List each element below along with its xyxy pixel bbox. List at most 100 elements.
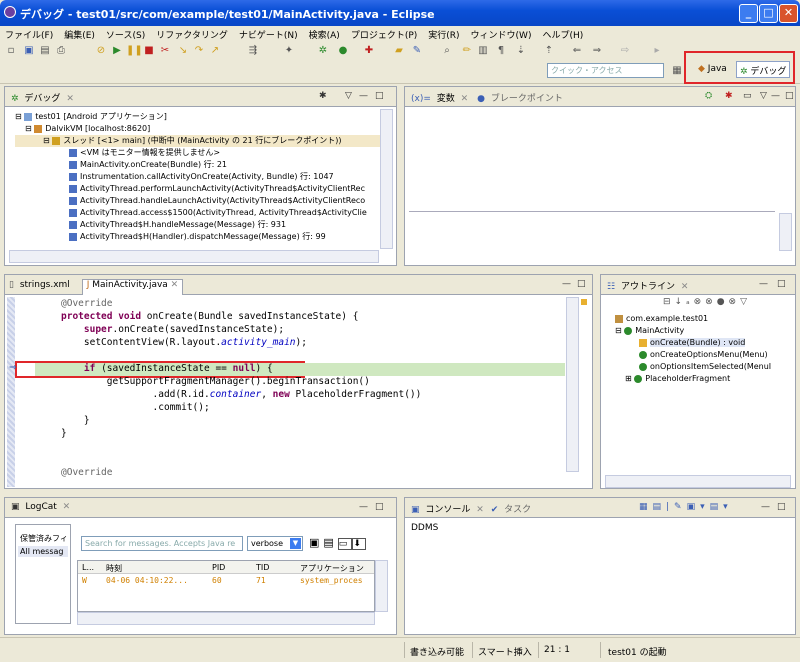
remove-terminated-icon[interactable]: ✱ — [319, 91, 327, 101]
new-icon[interactable]: ▫ — [4, 44, 18, 58]
logcat-search-input[interactable]: Search for messages. Accepts Java re — [81, 536, 243, 551]
outline-item[interactable]: onOptionsItemSelected(MenuI — [615, 361, 791, 373]
open-folder-icon[interactable]: ▰ — [392, 44, 406, 58]
menu-file[interactable]: ファイル(F) — [0, 26, 59, 41]
save-icon[interactable]: ▣ — [22, 44, 36, 58]
print-icon[interactable]: ⎙ — [54, 44, 68, 58]
vertical-scrollbar[interactable] — [380, 109, 393, 249]
save-all-icon[interactable]: ▤ — [38, 44, 52, 58]
horizontal-scrollbar[interactable] — [605, 475, 791, 488]
minimize-view-icon[interactable]: — — [759, 279, 768, 289]
show-type-names-icon[interactable]: ⛭ — [705, 91, 712, 101]
search-tool-icon[interactable]: ✎ — [410, 44, 424, 58]
column-header[interactable]: PID — [212, 563, 225, 572]
outline-item[interactable]: ⊞ PlaceholderFragment — [615, 373, 791, 385]
menu-navigate[interactable]: ナビゲート(N) — [234, 26, 304, 41]
vertical-scrollbar[interactable] — [779, 213, 792, 251]
run-icon[interactable]: ● — [336, 44, 350, 58]
tab-strings-xml[interactable]: strings.xml — [17, 280, 73, 290]
tab-variables[interactable]: 変数 — [434, 91, 458, 104]
maximize-button[interactable]: □ — [759, 4, 778, 23]
logcat-toolbar[interactable]: ▣▤▭ ⬇ — [309, 536, 366, 550]
maximize-view-icon[interactable]: □ — [785, 91, 794, 101]
close-tab-icon[interactable]: ✕ — [63, 502, 71, 512]
tab-tasks[interactable]: タスク — [501, 502, 534, 515]
column-header[interactable]: アプリケーション — [300, 563, 364, 574]
view-menu-icon[interactable]: ▽ — [760, 91, 767, 101]
column-header[interactable]: TID — [256, 563, 269, 572]
outline-item[interactable]: onCreateOptionsMenu(Menu) — [615, 349, 791, 361]
close-tab-icon[interactable]: ✕ — [476, 505, 484, 515]
minimize-view-icon[interactable]: — — [359, 502, 368, 512]
column-header[interactable]: 時刻 — [106, 563, 122, 574]
vertical-scrollbar[interactable] — [566, 297, 579, 472]
maximize-view-icon[interactable]: □ — [777, 502, 786, 512]
tree-item[interactable]: ⊟ DalvikVM [localhost:8620] — [15, 123, 385, 135]
show-whitespace-icon[interactable]: ¶ — [494, 44, 508, 58]
prev-annotation-icon[interactable]: ⇡ — [542, 44, 556, 58]
collapse-all-icon[interactable]: ✱ — [725, 91, 733, 101]
step-over-icon[interactable]: ↷ — [192, 44, 206, 58]
close-tab-icon[interactable]: ✕ — [461, 94, 469, 104]
close-tab-icon[interactable]: ✕ — [66, 94, 74, 104]
next-annotation-icon[interactable]: ⇣ — [514, 44, 528, 58]
minimize-view-icon[interactable]: — — [761, 502, 770, 512]
open-perspective-icon[interactable]: ▦ — [670, 64, 684, 78]
menu-help[interactable]: ヘルプ(H) — [537, 26, 589, 41]
logcat-view-tab[interactable]: ▣ LogCat ✕ — [5, 498, 396, 518]
horizontal-scrollbar[interactable] — [9, 250, 379, 263]
maximize-view-icon[interactable]: □ — [375, 502, 384, 512]
stack-frame[interactable]: ActivityThread.performLaunchActivity(Act… — [15, 183, 385, 195]
outline-item[interactable]: onCreate(Bundle) : void — [615, 337, 791, 349]
view-menu-icon[interactable]: ▽ — [345, 91, 352, 101]
step-into-icon[interactable]: ↘ — [176, 44, 190, 58]
outline-item[interactable]: com.example.test01 — [615, 313, 791, 325]
tree-item[interactable]: ⊟ test01 [Android アプリケーション] — [15, 111, 385, 123]
new-java-project-icon[interactable]: ✦ — [282, 44, 296, 58]
stack-frame[interactable]: ActivityThread$H.handleMessage(Message) … — [15, 219, 385, 231]
edit-icon[interactable]: ✏ — [460, 44, 474, 58]
tab-main-activity[interactable]: J MainActivity.java ✕ — [81, 279, 184, 295]
quick-access-input[interactable]: クイック・アクセス — [547, 63, 664, 78]
suspend-icon[interactable]: ❚❚ — [126, 44, 143, 58]
stack-frame[interactable]: ActivityThread$H(Handler).dispatchMessag… — [15, 231, 385, 243]
step-return-icon[interactable]: ↗ — [208, 44, 222, 58]
stack-frame[interactable]: ActivityThread.access$1500(ActivityThrea… — [15, 207, 385, 219]
terminate-icon[interactable]: ■ — [142, 44, 156, 58]
menu-edit[interactable]: 編集(E) — [59, 26, 101, 41]
maximize-view-icon[interactable]: □ — [375, 91, 384, 101]
menu-project[interactable]: プロジェクト(P) — [346, 26, 423, 41]
close-tab-icon[interactable]: ✕ — [171, 280, 179, 290]
table-row[interactable]: W 04-06 04:10:22... 60 71 system_proces — [78, 574, 374, 587]
minimize-button[interactable]: _ — [739, 4, 758, 23]
column-header[interactable]: L... — [82, 563, 94, 572]
debug-view-tab[interactable]: ✲ デバッグ ✕ — [5, 87, 396, 107]
debug-run-icon[interactable]: ✲ — [316, 44, 330, 58]
resume-icon[interactable]: ▶ — [110, 44, 124, 58]
console-toolbar[interactable]: ▦▤|✎▣▾▤▾ — [639, 502, 733, 512]
toggle-mark-icon[interactable]: ▥ — [476, 44, 490, 58]
skip-breakpoints-icon[interactable]: ⊘ — [94, 44, 108, 58]
view-menu-icon[interactable]: ▭ — [743, 91, 752, 101]
tree-item[interactable]: ⊟ スレッド [<1> main] (中断中 (MainActivity の 2… — [15, 135, 385, 147]
menu-run[interactable]: 実行(R) — [423, 26, 465, 41]
tree-item[interactable]: <VM はモニター情報を提供しません> — [15, 147, 385, 159]
horizontal-scrollbar[interactable] — [77, 612, 375, 625]
vertical-scrollbar[interactable] — [375, 560, 388, 612]
disconnect-icon[interactable]: ✂ — [158, 44, 172, 58]
outline-toolbar[interactable]: ⊟↓ₐ⊗⊗●⊗▽ — [663, 297, 751, 307]
menu-refactor[interactable]: リファクタリング — [151, 26, 234, 41]
pin-icon[interactable]: ⇨ — [618, 44, 632, 58]
minimize-view-icon[interactable]: — — [562, 279, 571, 289]
stack-frame[interactable]: Instrumentation.callActivityOnCreate(Act… — [15, 171, 385, 183]
stack-frame[interactable]: MainActivity.onCreate(Bundle) 行: 21 — [15, 159, 385, 171]
menu-source[interactable]: ソース(S) — [101, 26, 151, 41]
stack-frame[interactable]: ActivityThread.handleLaunchActivity(Acti… — [15, 195, 385, 207]
tab-breakpoints[interactable]: ブレークポイント — [488, 91, 566, 104]
close-button[interactable]: ✕ — [779, 4, 798, 23]
external-tools-icon[interactable]: ✚ — [362, 44, 376, 58]
java-perspective-button[interactable]: ◆ Java — [694, 61, 731, 78]
maximize-view-icon[interactable]: □ — [777, 279, 786, 289]
back-icon[interactable]: ⇐ — [570, 44, 584, 58]
menu-search[interactable]: 検索(A) — [304, 26, 346, 41]
